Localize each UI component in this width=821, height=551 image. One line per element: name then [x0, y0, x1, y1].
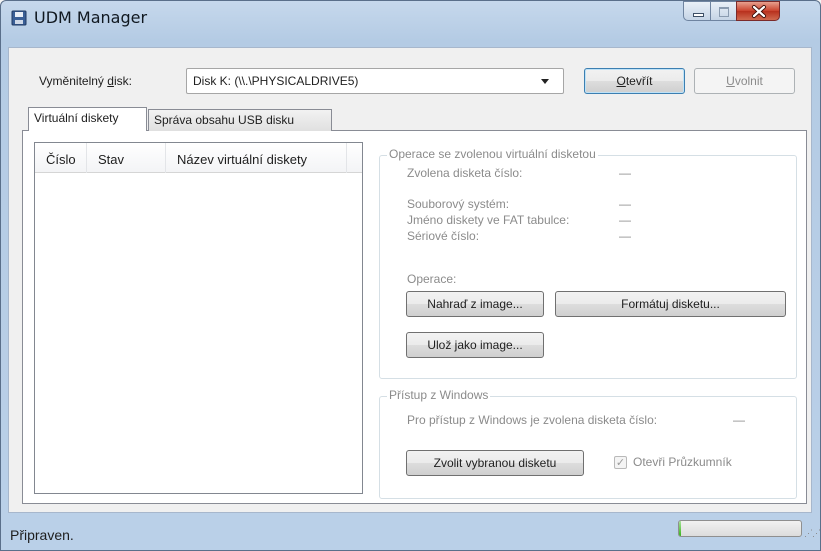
disk-combobox[interactable]: Disk K: (\\.\PHYSICALDRIVE5): [186, 68, 564, 94]
operations-group-title: Operace se zvolenou virtuální disketou: [387, 147, 598, 161]
filesystem-value: —: [619, 197, 631, 211]
caption-buttons: [683, 1, 814, 21]
tab-virtual-disks[interactable]: Virtuální diskety: [28, 107, 147, 131]
windows-access-value: —: [733, 413, 745, 427]
replace-from-image-button[interactable]: Nahraď z image...: [406, 291, 544, 317]
format-disk-button[interactable]: Formátuj disketu...: [555, 291, 786, 317]
resize-grip-icon[interactable]: ⋰⋰: [804, 528, 821, 540]
minimize-button[interactable]: [683, 1, 710, 21]
maximize-icon: [719, 7, 729, 17]
maximize-button[interactable]: [710, 1, 736, 21]
windows-access-text: Pro přístup z Windows je zvolena disketa…: [407, 413, 658, 427]
operations-label: Operace:: [407, 272, 457, 286]
status-text: Připraven.: [10, 527, 74, 543]
floppy-disk-icon: [11, 10, 27, 26]
open-button[interactable]: Otevřít: [584, 68, 685, 94]
disk-label: Vyměnitelný disk:: [39, 74, 132, 88]
windows-access-groupbox: [379, 396, 797, 499]
disk-list[interactable]: [34, 142, 363, 494]
column-header-number[interactable]: Číslo: [46, 152, 76, 167]
open-explorer-label: Otevři Průzkumník: [633, 455, 732, 469]
column-separator: [346, 143, 347, 173]
disk-value: Disk K: (\\.\PHYSICALDRIVE5): [193, 74, 359, 88]
windows-access-group-title: Přístup z Windows: [387, 388, 491, 402]
column-header-name[interactable]: Název virtuální diskety: [177, 152, 307, 167]
chevron-down-icon: [541, 79, 549, 84]
selected-disk-value: —: [619, 166, 631, 180]
select-disk-button[interactable]: Zvolit vybranou disketu: [406, 450, 584, 476]
save-as-image-button[interactable]: Ulož jako image...: [406, 332, 544, 358]
window-title: UDM Manager: [34, 8, 148, 27]
open-explorer-checkbox[interactable]: ✓: [614, 456, 627, 469]
status-progress-bar: [678, 520, 802, 537]
fat-name-label: Jméno diskety ve FAT tabulce:: [407, 213, 570, 227]
selected-disk-label: Zvolena disketa číslo:: [407, 166, 523, 180]
fat-name-value: —: [619, 213, 631, 227]
column-header-state[interactable]: Stav: [98, 152, 124, 167]
filesystem-label: Souborový systém:: [407, 197, 510, 211]
tab-usb-content[interactable]: Správa obsahu USB disku: [148, 109, 332, 131]
release-button[interactable]: Uvolnit: [694, 68, 795, 94]
column-separator: [86, 143, 87, 173]
progress-fill: [679, 521, 682, 536]
close-icon: [752, 5, 766, 18]
column-separator: [165, 143, 166, 173]
minimize-icon: [693, 13, 704, 17]
serial-value: —: [619, 229, 631, 243]
serial-label: Sériové číslo:: [407, 229, 480, 243]
close-button[interactable]: [736, 1, 780, 21]
